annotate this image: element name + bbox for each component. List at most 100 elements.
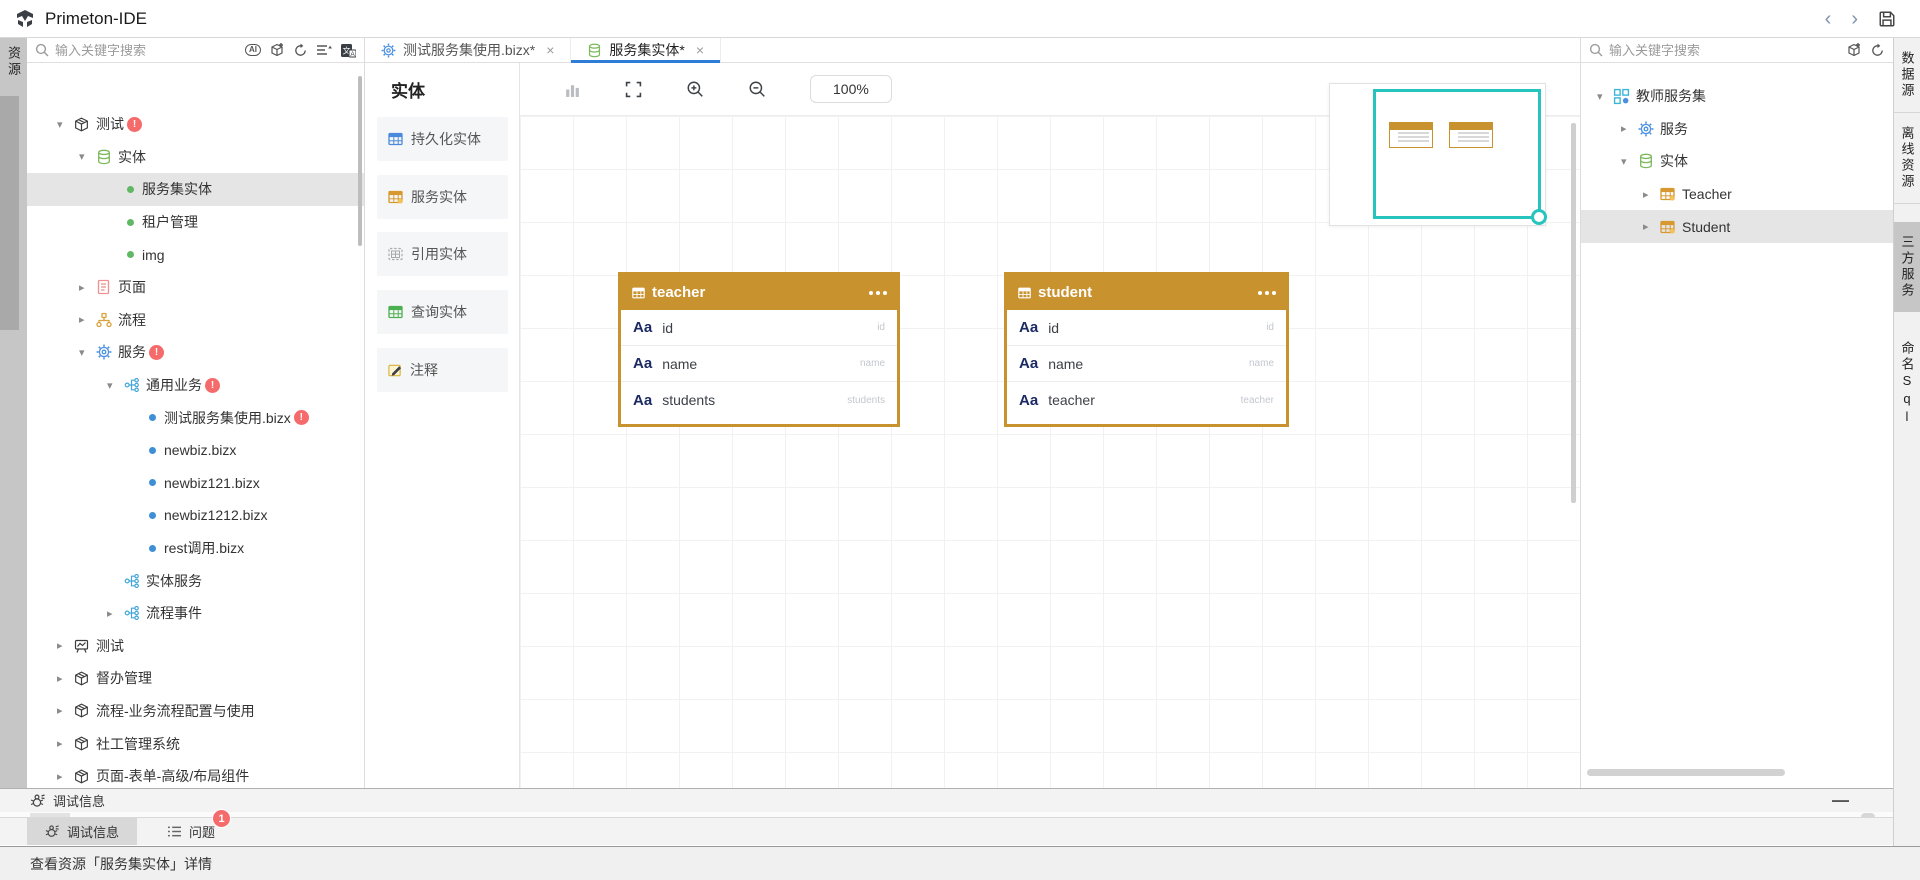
zoom-level-display[interactable]: 100%	[810, 75, 892, 103]
caret-down-icon[interactable]: ▾	[107, 379, 123, 392]
entity-header[interactable]: student	[1007, 275, 1286, 310]
sort-list-icon[interactable]	[316, 43, 332, 57]
entity-field[interactable]: Aa name name	[621, 346, 897, 382]
entity-field[interactable]: Aa teacher teacher	[1007, 382, 1286, 418]
table-icon	[1017, 286, 1032, 300]
tree-item[interactable]: ▸ 测试	[27, 630, 364, 663]
tree-item[interactable]: newbiz1212.bizx	[27, 499, 364, 532]
entity-field[interactable]: Aa id id	[1007, 310, 1286, 346]
tree-item[interactable]: ▸ 督办管理	[27, 662, 364, 695]
rail-tab-named-sql[interactable]: 命名Sql	[1894, 328, 1920, 440]
canvas-scrollbar[interactable]	[1571, 123, 1576, 503]
tree-item[interactable]: img	[27, 238, 364, 271]
bottom-tab-debug[interactable]: 调试信息	[27, 818, 137, 845]
tree-item[interactable]: 租户管理	[27, 206, 364, 239]
entity-field[interactable]: Aa students students	[621, 382, 897, 418]
tree-item[interactable]: ▸ 服务	[1581, 113, 1893, 146]
rail-tab-resources[interactable]: 资源	[0, 46, 27, 78]
tree-scrollbar[interactable]	[358, 76, 362, 246]
tree-item[interactable]: ▾ 教师服务集	[1581, 80, 1893, 113]
tree-item[interactable]: ▾ 实体	[1581, 145, 1893, 178]
caret-right-icon[interactable]: ▸	[1643, 188, 1659, 201]
caret-right-icon[interactable]: ▸	[57, 770, 73, 783]
tree-item[interactable]: newbiz121.bizx	[27, 467, 364, 500]
tree-item[interactable]: ▸ 流程-业务流程配置与使用	[27, 695, 364, 728]
tree-item[interactable]: ▾ 服务 !	[27, 336, 364, 369]
tab-bizx-file[interactable]: 测试服务集使用.bizx* ×	[365, 38, 571, 62]
caret-right-icon[interactable]: ▸	[57, 704, 73, 717]
rail-tab-third-party-services[interactable]: 三方服务	[1894, 222, 1920, 312]
rail-tab-datasource[interactable]: 数据源	[1894, 38, 1920, 113]
palette-item-reference-entity[interactable]: 引用实体	[377, 232, 508, 276]
tree-item[interactable]: ▸ 社工管理系统	[27, 727, 364, 760]
left-rail-scroll-thumb[interactable]	[0, 96, 19, 330]
debug-panel-header[interactable]: 调试信息 —	[0, 788, 1893, 812]
diagram-canvas[interactable]: 100% teacher Aa id id Aa name name Aa st…	[520, 63, 1580, 788]
tree-item[interactable]: 实体服务	[27, 564, 364, 597]
caret-down-icon[interactable]: ▾	[79, 150, 95, 163]
tree-item[interactable]: ▸ 页面	[27, 271, 364, 304]
minimap[interactable]	[1329, 83, 1546, 226]
entity-card-student[interactable]: student Aa id id Aa name name Aa teacher…	[1004, 272, 1289, 427]
entity-field[interactable]: Aa name name	[1007, 346, 1286, 382]
tree-item[interactable]: ▸ 流程	[27, 304, 364, 337]
zoom-out-icon[interactable]	[748, 80, 766, 98]
tree-item-selected[interactable]: ▸ Student	[1581, 210, 1893, 243]
caret-right-icon[interactable]: ▸	[1643, 220, 1659, 233]
entity-card-teacher[interactable]: teacher Aa id id Aa name name Aa student…	[618, 272, 900, 427]
refresh-icon[interactable]	[293, 43, 308, 58]
entity-header[interactable]: teacher	[621, 275, 897, 310]
bottom-tab-problems[interactable]: 问题 1	[149, 818, 233, 845]
entity-field[interactable]: Aa id id	[621, 310, 897, 346]
caret-right-icon[interactable]: ▸	[107, 607, 123, 620]
translate-icon[interactable]: 文A	[340, 43, 356, 58]
tree-item[interactable]: ▾ 通用业务 !	[27, 369, 364, 402]
tree-item[interactable]: ▸ 流程事件	[27, 597, 364, 630]
tree-item[interactable]: rest调用.bizx	[27, 532, 364, 565]
caret-down-icon[interactable]: ▾	[79, 346, 95, 359]
tab-entity-editor[interactable]: 服务集实体* ×	[571, 38, 721, 62]
close-icon[interactable]: ×	[696, 42, 704, 58]
tree-item[interactable]: ▸ 页面-表单-高级/布局组件	[27, 760, 364, 788]
tree-item[interactable]: ▸ Teacher	[1581, 178, 1893, 211]
tree-item-selected[interactable]: 服务集实体	[27, 173, 364, 206]
palette-item-service-entity[interactable]: 服务实体	[377, 175, 508, 219]
minimap-viewport[interactable]	[1373, 89, 1541, 219]
tree-item[interactable]: ▾ 测试 !	[27, 108, 364, 141]
tree-item[interactable]: ▾ 实体	[27, 141, 364, 174]
minimap-resize-handle[interactable]	[1531, 209, 1547, 225]
caret-down-icon[interactable]: ▾	[1621, 155, 1637, 168]
more-menu-icon[interactable]	[869, 291, 887, 295]
more-menu-icon[interactable]	[1258, 291, 1276, 295]
nav-back-icon[interactable]: ‹	[1825, 9, 1832, 29]
zoom-in-icon[interactable]	[686, 80, 704, 98]
caret-right-icon[interactable]: ▸	[1621, 122, 1637, 135]
caret-right-icon[interactable]: ▸	[79, 281, 95, 294]
new-module-icon[interactable]	[269, 42, 285, 58]
caret-right-icon[interactable]: ▸	[79, 313, 95, 326]
search-input[interactable]	[1609, 43, 1846, 58]
minimize-panel-button[interactable]: —	[1832, 798, 1849, 802]
save-icon[interactable]	[1878, 10, 1896, 28]
caret-right-icon[interactable]: ▸	[57, 639, 73, 652]
palette-item-query-entity[interactable]: 查询实体	[377, 290, 508, 334]
palette-item-note[interactable]: 注释	[377, 348, 508, 392]
caret-right-icon[interactable]: ▸	[57, 737, 73, 750]
right-panel-hscrollbar[interactable]	[1587, 769, 1785, 776]
ai-icon[interactable]: AI	[245, 44, 261, 56]
close-icon[interactable]: ×	[546, 42, 554, 58]
tree-item[interactable]: newbiz.bizx	[27, 434, 364, 467]
left-search-row: AI 文A	[27, 38, 364, 63]
search-input[interactable]	[55, 43, 245, 58]
rail-tab-offline-resources[interactable]: 离线资源	[1894, 113, 1920, 204]
nav-forward-icon[interactable]: ›	[1851, 9, 1858, 29]
caret-down-icon[interactable]: ▾	[57, 118, 73, 131]
new-module-icon[interactable]	[1846, 42, 1862, 58]
fit-screen-icon[interactable]	[625, 81, 642, 98]
caret-down-icon[interactable]: ▾	[1597, 90, 1613, 103]
palette-item-persistent-entity[interactable]: 持久化实体	[377, 117, 508, 161]
tree-item[interactable]: 测试服务集使用.bizx !	[27, 401, 364, 434]
caret-right-icon[interactable]: ▸	[57, 672, 73, 685]
bar-chart-icon[interactable]	[564, 81, 581, 98]
refresh-icon[interactable]	[1870, 43, 1885, 58]
